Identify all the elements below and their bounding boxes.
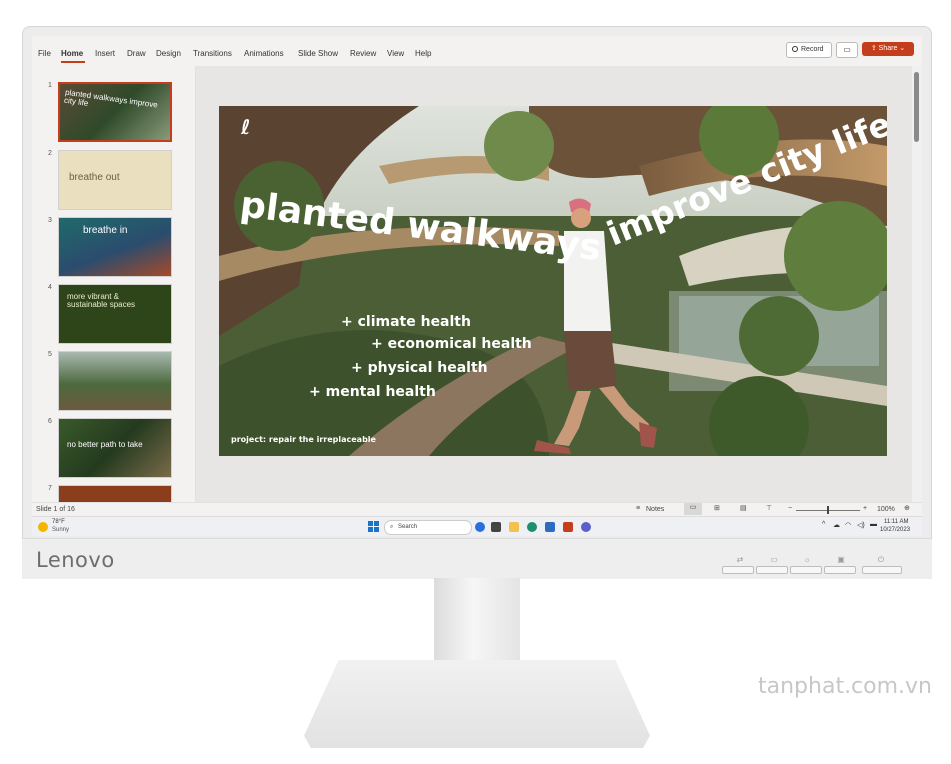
slide-thumbnail-2[interactable]: breathe out <box>58 150 172 210</box>
slide-thumbnail-6[interactable]: no better path to take <box>58 418 172 478</box>
thumb-title: more vibrant & sustainable spaces <box>67 292 136 310</box>
weather-temp[interactable]: 78°F <box>52 519 65 525</box>
slideshow-view-icon[interactable]: ⊤ <box>766 504 772 512</box>
share-label: Share <box>878 45 898 52</box>
tab-insert[interactable]: Insert <box>95 49 115 58</box>
battery-icon[interactable]: ▬ <box>870 521 877 528</box>
thumb-number: 5 <box>48 351 52 358</box>
slide-thumbnail-5[interactable] <box>58 351 172 411</box>
zoom-in-icon[interactable]: + <box>863 505 867 512</box>
sun-icon <box>38 522 48 532</box>
task-view-icon[interactable] <box>491 522 501 532</box>
slide-logo-icon: ℓ <box>240 115 250 139</box>
slide-footer: project: repair the irreplaceable <box>231 435 377 444</box>
volume-icon[interactable]: ◁) <box>857 521 865 529</box>
slide-sorter-icon[interactable]: ⊞ <box>714 504 720 512</box>
monitor-power-button[interactable] <box>862 566 902 574</box>
display-icon: ▭ <box>770 555 778 564</box>
powerpoint-icon[interactable] <box>563 522 573 532</box>
thumb-number: 7 <box>48 485 52 492</box>
taskbar-search[interactable]: ⌕ Search <box>384 520 472 535</box>
chevron-down-icon: ⌄ <box>897 45 906 52</box>
copilot-icon[interactable] <box>475 522 485 532</box>
weather-desc: Sunny <box>52 527 70 533</box>
tab-review[interactable]: Review <box>350 49 376 58</box>
tab-design[interactable]: Design <box>156 49 181 58</box>
slide-thumbnail-pane[interactable]: 1 planted walkways improve city life 2 b… <box>32 66 196 504</box>
edge-icon[interactable] <box>527 522 537 532</box>
monitor-brightness-button[interactable] <box>790 566 822 574</box>
thumb-title: no better path to take <box>67 440 143 449</box>
monitor-menu-button[interactable] <box>824 566 856 574</box>
monitor-input-button[interactable] <box>722 566 754 574</box>
thumb-number: 3 <box>48 217 52 224</box>
search-placeholder: Search <box>398 524 418 530</box>
thumb-title: breathe out <box>69 172 120 183</box>
record-button[interactable]: Record <box>786 42 832 58</box>
input-icon: ⇄ <box>736 555 744 564</box>
tab-animations[interactable]: Animations <box>244 49 284 58</box>
thumb-number: 2 <box>48 150 52 157</box>
teams-icon[interactable] <box>581 522 591 532</box>
menu-icon: ▣ <box>837 555 845 564</box>
zoom-slider-handle[interactable] <box>827 506 829 514</box>
slide-counter: Slide 1 of 16 <box>36 506 75 513</box>
wifi-icon[interactable]: ◠ <box>845 521 851 529</box>
zoom-out-icon[interactable]: − <box>788 505 792 512</box>
file-explorer-icon[interactable] <box>509 522 519 532</box>
record-icon <box>792 46 798 52</box>
share-icon: ⇪ <box>870 45 879 52</box>
fit-to-window-icon[interactable]: ⊕ <box>904 504 910 512</box>
slide-thumbnail-4[interactable]: more vibrant & sustainable spaces <box>58 284 172 344</box>
normal-view-icon[interactable]: ▭ <box>684 503 702 515</box>
current-slide[interactable]: ℓ planted walkways improve city life + c… <box>219 106 887 456</box>
tab-file[interactable]: File <box>38 49 51 58</box>
status-bar: Slide 1 of 16 ≡ Notes ▭ ⊞ ▤ ⊤ − + 100% ⊕ <box>32 502 922 517</box>
slide-thumbnail-1[interactable]: planted walkways improve city life <box>58 82 172 142</box>
reading-view-icon[interactable]: ▤ <box>740 504 747 512</box>
slide-bullet: + economical health <box>371 336 532 352</box>
windows-start-icon[interactable] <box>368 521 380 533</box>
watermark: tanphat.com.vn <box>758 674 933 699</box>
zoom-level[interactable]: 100% <box>877 506 895 513</box>
tray-chevron-icon[interactable]: ^ <box>822 521 825 528</box>
windows-taskbar: 78°F Sunny ⌕ Search ^ ☁ ◠ ◁) ▬ 11:11 AM … <box>32 516 922 536</box>
slide-bullet: + climate health <box>341 314 471 330</box>
slide-thumbnail-3[interactable]: breathe in <box>58 217 172 277</box>
active-tab-indicator <box>61 61 85 63</box>
monitor-display-button[interactable] <box>756 566 788 574</box>
tab-help[interactable]: Help <box>415 49 431 58</box>
brand-logo: Lenovo <box>36 548 115 572</box>
thumb-number: 6 <box>48 418 52 425</box>
comment-icon: ▭ <box>843 45 851 54</box>
store-icon[interactable] <box>545 522 555 532</box>
scrollbar-thumb[interactable] <box>914 72 919 142</box>
slide-bullet: + mental health <box>309 384 436 400</box>
share-button[interactable]: ⇪ Share ⌄ <box>862 42 914 56</box>
slide-photo: ℓ planted walkways improve city life + c… <box>219 106 887 456</box>
record-label: Record <box>801 46 824 53</box>
power-icon: ⏻ <box>877 555 885 564</box>
tab-slide-show[interactable]: Slide Show <box>298 49 338 58</box>
tab-view[interactable]: View <box>387 49 404 58</box>
monitor-stand-base <box>304 660 650 748</box>
clock-date[interactable]: 10/27/2023 <box>880 527 910 533</box>
comments-button[interactable]: ▭ <box>836 42 858 58</box>
notes-button[interactable]: Notes <box>646 506 664 513</box>
brightness-icon: ☼ <box>803 555 811 564</box>
ribbon-tabs: File Home Insert Draw Design Transitions… <box>32 36 922 66</box>
tab-home[interactable]: Home <box>61 49 83 58</box>
clock-time[interactable]: 11:11 AM <box>884 519 908 525</box>
tab-draw[interactable]: Draw <box>127 49 146 58</box>
thumb-number: 4 <box>48 284 52 291</box>
tab-transitions[interactable]: Transitions <box>193 49 232 58</box>
thumb-number: 1 <box>48 82 52 89</box>
thumb-title: planted walkways improve city life <box>63 87 159 110</box>
thumb-title: breathe in <box>83 225 128 236</box>
notes-icon: ≡ <box>636 505 641 512</box>
search-icon: ⌕ <box>390 524 394 530</box>
slide-bullet: + physical health <box>351 360 488 376</box>
onedrive-icon[interactable]: ☁ <box>833 521 840 529</box>
monitor-screen: File Home Insert Draw Design Transitions… <box>32 36 922 536</box>
